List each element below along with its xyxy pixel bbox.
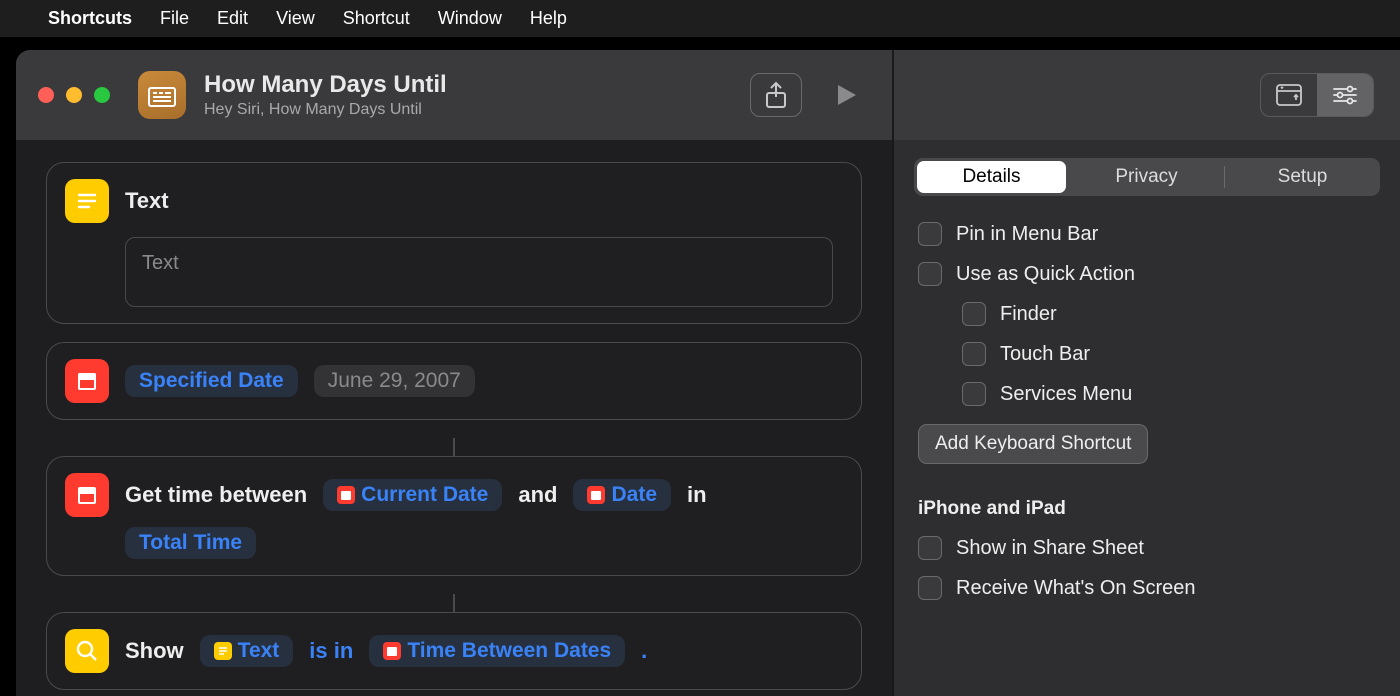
- label-pin-menubar: Pin in Menu Bar: [956, 223, 1098, 246]
- quicklook-icon: [65, 629, 109, 673]
- tb-unit[interactable]: Total Time: [125, 527, 256, 559]
- inspector-header: [894, 50, 1400, 140]
- tb-and: and: [518, 482, 557, 508]
- specified-date-value[interactable]: June 29, 2007: [314, 365, 475, 397]
- label-quick-action: Use as Quick Action: [956, 263, 1135, 286]
- menu-file[interactable]: File: [160, 8, 189, 29]
- text-action-icon: [65, 179, 109, 223]
- show-post: .: [641, 638, 647, 664]
- traffic-lights: [38, 87, 110, 103]
- label-services: Services Menu: [1000, 383, 1132, 406]
- tb-pre: Get time between: [125, 482, 307, 508]
- window-close-button[interactable]: [38, 87, 54, 103]
- calendar-mini-icon: [383, 642, 401, 660]
- inspector-pane: Details Privacy Setup Pin in Menu Bar Us…: [894, 50, 1400, 696]
- run-button[interactable]: [832, 81, 860, 109]
- menu-help[interactable]: Help: [530, 8, 567, 29]
- editor-window: How Many Days Until Hey Siri, How Many D…: [16, 50, 1400, 696]
- inspector-tabs: Details Privacy Setup: [914, 158, 1380, 196]
- specified-date-token[interactable]: Specified Date: [125, 365, 298, 397]
- tb-in: in: [687, 482, 707, 508]
- action-text-label: Text: [125, 188, 169, 214]
- shortcut-subtitle: Hey Siri, How Many Days Until: [204, 101, 732, 119]
- window-titlebar: How Many Days Until Hey Siri, How Many D…: [16, 50, 892, 140]
- checkbox-receive-screen[interactable]: [918, 576, 942, 600]
- menu-window[interactable]: Window: [438, 8, 502, 29]
- row-pin-menubar: Pin in Menu Bar: [918, 214, 1376, 254]
- main-pane: How Many Days Until Hey Siri, How Many D…: [16, 50, 894, 696]
- tab-privacy[interactable]: Privacy: [1072, 161, 1221, 193]
- action-specified-date[interactable]: Specified Date June 29, 2007: [46, 342, 862, 420]
- window-minimize-button[interactable]: [66, 87, 82, 103]
- label-finder: Finder: [1000, 303, 1057, 326]
- text-mini-icon: [214, 642, 232, 660]
- share-button[interactable]: [750, 73, 802, 117]
- tb-param-current-date[interactable]: Current Date: [323, 479, 502, 511]
- calendar-icon: [65, 473, 109, 517]
- inspector-toggle: [1260, 73, 1374, 117]
- action-time-between[interactable]: Get time between Current Date and Date i…: [46, 456, 862, 576]
- shortcut-title: How Many Days Until: [204, 71, 732, 99]
- menu-shortcut[interactable]: Shortcut: [343, 8, 410, 29]
- row-quick-action: Use as Quick Action: [918, 254, 1376, 294]
- text-input-field[interactable]: Text: [125, 237, 833, 307]
- label-receive-screen: Receive What's On Screen: [956, 577, 1195, 600]
- checkbox-finder[interactable]: [962, 302, 986, 326]
- library-toggle[interactable]: [1261, 74, 1317, 116]
- titlebar-actions: [750, 73, 860, 117]
- system-menubar: Shortcuts File Edit View Shortcut Window…: [0, 0, 1400, 37]
- tab-setup[interactable]: Setup: [1228, 161, 1377, 193]
- connector-line: [453, 594, 455, 612]
- app-menu[interactable]: Shortcuts: [48, 8, 132, 29]
- row-finder: Finder: [918, 294, 1376, 334]
- window-zoom-button[interactable]: [94, 87, 110, 103]
- checkbox-touchbar[interactable]: [962, 342, 986, 366]
- row-services: Services Menu: [918, 374, 1376, 414]
- label-share-sheet: Show in Share Sheet: [956, 537, 1144, 560]
- action-text[interactable]: Text Text: [46, 162, 862, 324]
- title-area: How Many Days Until Hey Siri, How Many D…: [204, 71, 732, 119]
- shortcut-icon: [138, 71, 186, 119]
- details-content: Pin in Menu Bar Use as Quick Action Find…: [894, 196, 1400, 626]
- show-mid: is in: [309, 638, 353, 664]
- label-touchbar: Touch Bar: [1000, 343, 1090, 366]
- checkbox-quick-action[interactable]: [918, 262, 942, 286]
- show-param-text[interactable]: Text: [200, 635, 294, 667]
- section-iphone-ipad: iPhone and iPad: [918, 498, 1376, 520]
- calendar-icon: [65, 359, 109, 403]
- tab-separator: [1224, 166, 1225, 188]
- row-receive-screen: Receive What's On Screen: [918, 568, 1376, 608]
- connector-line: [453, 438, 455, 456]
- checkbox-services[interactable]: [962, 382, 986, 406]
- show-param-time-between[interactable]: Time Between Dates: [369, 635, 625, 667]
- tb-param-date[interactable]: Date: [573, 479, 671, 511]
- workflow-canvas[interactable]: Text Text Specified Date June 29, 2007: [16, 140, 892, 696]
- calendar-mini-icon: [337, 486, 355, 504]
- checkbox-share-sheet[interactable]: [918, 536, 942, 560]
- details-toggle[interactable]: [1317, 74, 1373, 116]
- add-keyboard-shortcut-button[interactable]: Add Keyboard Shortcut: [918, 424, 1148, 464]
- menu-edit[interactable]: Edit: [217, 8, 248, 29]
- action-show[interactable]: Show Text is in Time Between Dates .: [46, 612, 862, 690]
- menu-view[interactable]: View: [276, 8, 315, 29]
- row-share-sheet: Show in Share Sheet: [918, 528, 1376, 568]
- tab-details[interactable]: Details: [917, 161, 1066, 193]
- show-pre: Show: [125, 638, 184, 664]
- row-touchbar: Touch Bar: [918, 334, 1376, 374]
- checkbox-pin-menubar[interactable]: [918, 222, 942, 246]
- calendar-mini-icon: [587, 486, 605, 504]
